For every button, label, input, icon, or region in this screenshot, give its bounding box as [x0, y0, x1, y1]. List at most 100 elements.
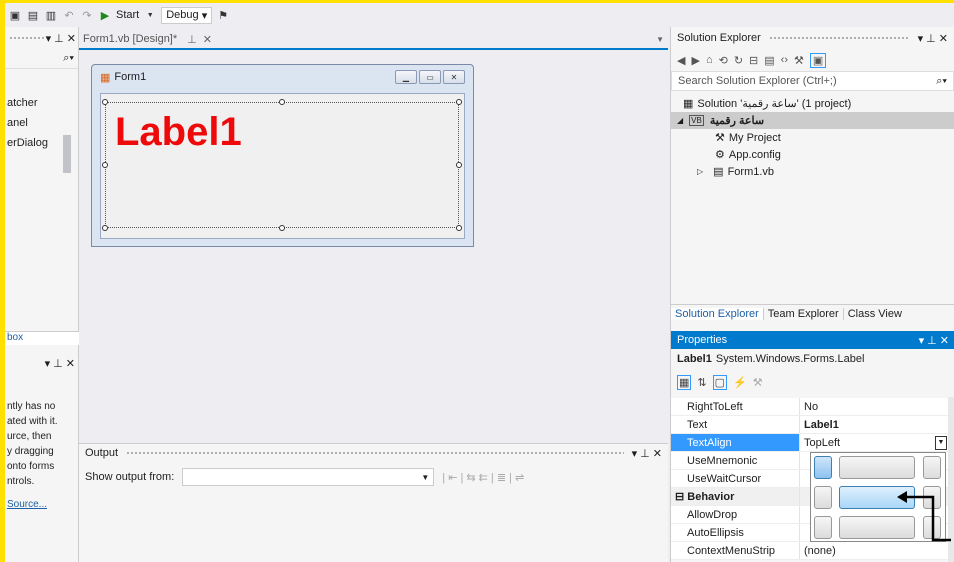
align-middle-left-button[interactable]: [814, 486, 832, 509]
refresh-icon[interactable]: ↻: [734, 54, 743, 67]
tab-solution-explorer[interactable]: Solution Explorer: [671, 307, 764, 320]
prop-value-textalign[interactable]: TopLeft ▼: [799, 434, 949, 451]
toolbox-item[interactable]: atcher: [7, 93, 48, 113]
tab-class-view[interactable]: Class View: [844, 308, 906, 320]
prop-value: TopLeft: [804, 436, 841, 449]
config-file-icon: ⚙: [715, 149, 725, 161]
resize-handle[interactable]: [102, 225, 108, 231]
prop-name: Text: [687, 418, 708, 431]
pin-icon[interactable]: ▾ ⊥ ✕: [46, 32, 76, 45]
undo-icon[interactable]: ↶: [62, 8, 76, 22]
resize-handle[interactable]: [456, 162, 462, 168]
toolbox-scrollbar[interactable]: [63, 135, 71, 173]
collapse-icon[interactable]: ⊟: [749, 54, 758, 67]
show-output-select[interactable]: ▼: [182, 468, 435, 486]
resize-handle[interactable]: [102, 162, 108, 168]
second-panel-header: ▾ ⊥ ✕: [5, 353, 79, 373]
show-all-icon[interactable]: ▤: [764, 54, 774, 67]
sync-icon[interactable]: ⟲: [719, 54, 728, 67]
code-icon[interactable]: ‹›: [781, 54, 788, 66]
resize-handle[interactable]: [102, 99, 108, 105]
tab-form1-design[interactable]: Form1.vb [Design]*: [79, 33, 181, 45]
categorized-icon[interactable]: ▦: [677, 374, 692, 390]
tree-item-label: App.config: [728, 148, 781, 161]
align-bottom-left-button[interactable]: [814, 516, 832, 539]
prop-value: No: [799, 398, 949, 415]
resize-handle[interactable]: [456, 225, 462, 231]
expand-icon[interactable]: ◢: [677, 116, 683, 125]
redo-icon[interactable]: ↷: [80, 8, 94, 22]
toolbox-search[interactable]: ⌕▾: [5, 49, 78, 69]
align-top-left-button[interactable]: [814, 456, 832, 479]
tab-team-explorer[interactable]: Team Explorer: [764, 307, 844, 320]
close-icon: ✕: [443, 70, 465, 84]
project-node[interactable]: ◢ VB ساعة رقمية: [671, 112, 954, 129]
help-line: ntrols.: [7, 476, 35, 487]
solution-node[interactable]: ▦ Solution 'ساعة رقمية' (1 project): [671, 95, 954, 112]
prop-row-text[interactable]: Text Label1: [671, 416, 949, 434]
align-top-center-button[interactable]: [839, 456, 915, 479]
tree-item-label: My Project: [728, 131, 781, 144]
pin-icon[interactable]: ▾ ⊥ ✕: [632, 447, 662, 460]
resize-handle[interactable]: [279, 225, 285, 231]
expand-right-icon[interactable]: ▷: [697, 167, 703, 176]
pin-icon[interactable]: ▾ ⊥ ✕: [919, 334, 949, 347]
resize-handle[interactable]: [279, 99, 285, 105]
tree-item-my-project[interactable]: ⚒ My Project: [671, 129, 954, 146]
tree-item-form1[interactable]: ▷ ▤ Form1.vb: [671, 163, 954, 180]
search-icon: ⌕▾: [936, 74, 947, 87]
dropdown-arrow-icon[interactable]: ▼: [935, 435, 947, 450]
prop-name: AllowDrop: [687, 508, 738, 521]
save-all-icon[interactable]: ▤: [26, 8, 40, 22]
properties-icon[interactable]: ⚒: [794, 54, 804, 67]
forward-icon[interactable]: ▶: [691, 54, 699, 67]
home-icon[interactable]: ⌂: [706, 54, 713, 66]
prop-row-righttoleft[interactable]: RightToLeft No: [671, 398, 949, 416]
collapse-icon[interactable]: ⊟: [675, 490, 684, 503]
pin-icon[interactable]: ▾ ⊥ ✕: [918, 32, 948, 45]
grip: [768, 35, 910, 41]
minimize-icon: ▁: [395, 70, 417, 84]
object-type: System.Windows.Forms.Label: [715, 353, 865, 365]
pin-icon[interactable]: ▾ ⊥ ✕: [45, 357, 75, 370]
object-name: Label1: [677, 353, 712, 365]
label1-control[interactable]: Label1: [115, 110, 242, 155]
toolbox-items: atcher anel erDialog: [7, 93, 48, 153]
resize-handle[interactable]: [456, 99, 462, 105]
prop-name: TextAlign: [671, 434, 799, 451]
start-button[interactable]: Start: [116, 9, 139, 21]
prop-row-textalign[interactable]: TextAlign TopLeft ▼: [671, 434, 949, 452]
wrench-icon: ⚒: [715, 132, 725, 144]
alphabetical-icon[interactable]: ⇅: [697, 376, 706, 389]
help-line: urce, then: [7, 431, 52, 442]
tree-item-app-config[interactable]: ⚙ App.config: [671, 146, 954, 163]
close-tab-icon[interactable]: ✕: [203, 33, 212, 46]
annotation-arrow: [897, 491, 951, 542]
pin-tab-icon[interactable]: ⊥: [187, 33, 197, 46]
save-all-icon-2[interactable]: ▥: [44, 8, 58, 22]
tab-dropdown-icon[interactable]: ▼: [656, 35, 664, 44]
back-icon[interactable]: ◀: [677, 54, 685, 67]
chevron-down-icon[interactable]: ▼: [143, 8, 157, 22]
property-pages-icon[interactable]: ⚒: [753, 376, 763, 389]
solution-label: Solution 'ساعة رقمية' (1 project): [697, 98, 852, 110]
se-search[interactable]: Search Solution Explorer (Ctrl+;) ⌕▾: [671, 71, 954, 91]
toolbox-panel: ▾ ⊥ ✕ ⌕▾ atcher anel erDialog box ▾ ⊥ ✕ …: [5, 27, 79, 562]
source-link[interactable]: Source...: [7, 497, 58, 512]
events-icon[interactable]: ⚡: [733, 376, 747, 389]
save-icon[interactable]: ▣: [8, 8, 22, 22]
show-output-label: Show output from:: [85, 471, 175, 483]
preview-icon[interactable]: ▣: [809, 52, 827, 68]
se-search-input[interactable]: Search Solution Explorer (Ctrl+;): [678, 75, 837, 87]
config-select[interactable]: Debug ▾: [161, 6, 213, 24]
tree-item-label: Form1.vb: [727, 165, 775, 178]
properties-object-selector[interactable]: Label1 System.Windows.Forms.Label: [671, 349, 954, 369]
start-icon[interactable]: ▶: [98, 8, 112, 22]
align-top-right-button[interactable]: [923, 456, 941, 479]
grip: [9, 35, 44, 41]
properties-view-icon[interactable]: ▢: [712, 374, 728, 390]
toolbox-item[interactable]: anel: [7, 113, 48, 133]
find-icon[interactable]: ⚑: [216, 8, 230, 22]
toolbox-item[interactable]: erDialog: [7, 133, 48, 153]
toolbox-tab[interactable]: box: [5, 331, 79, 345]
